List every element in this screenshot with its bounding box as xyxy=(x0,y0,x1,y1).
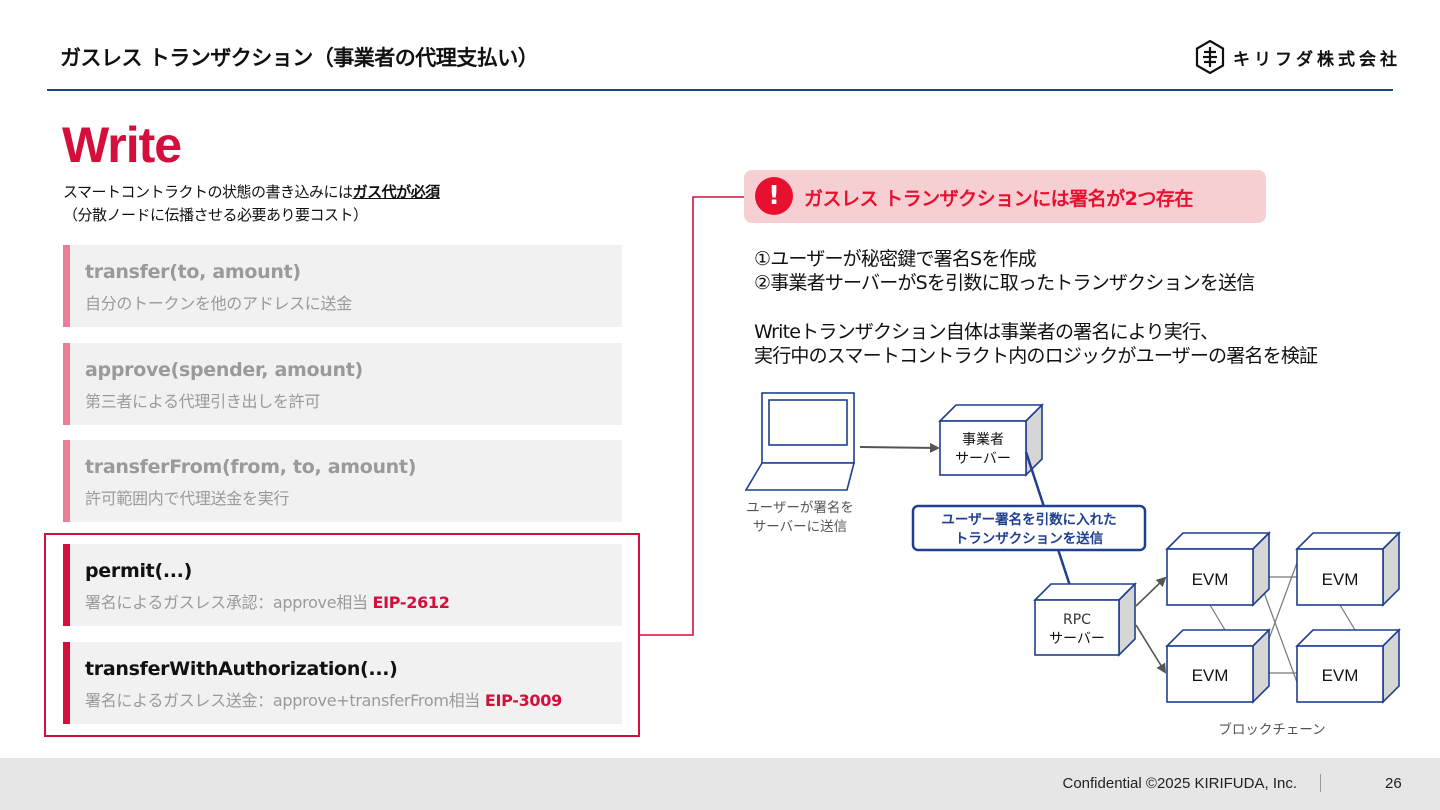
subtitle-prefix: スマートコントラクトの状態の書き込みには xyxy=(63,183,353,201)
rpc-server-label-1: RPC xyxy=(1063,612,1091,628)
evm-node xyxy=(1295,531,1401,607)
card-accent-bar xyxy=(63,245,70,327)
card-accent-bar xyxy=(63,440,70,522)
function-name: transfer(to, amount) xyxy=(85,261,301,283)
footer: Confidential ©2025 KIRIFUDA, Inc. 26 xyxy=(0,758,1440,810)
function-card-transfer: transfer(to, amount) 自分のトークンを他のアドレスに送金 xyxy=(63,245,622,327)
flow-diagram: ユーザーが署名を サーバーに送信 事業者 サーバー ユーザー署名を引数に入れた … xyxy=(744,392,1401,738)
page-title: ガスレス トランザクション（事業者の代理支払い） xyxy=(60,46,539,70)
footer-confidential: Confidential ©2025 KIRIFUDA, Inc. xyxy=(1062,775,1298,792)
function-card-transferfrom: transferFrom(from, to, amount) 許可範囲内で代理送… xyxy=(63,440,622,522)
business-server-label-2: サーバー xyxy=(955,451,1011,467)
rpc-server-label-2: サーバー xyxy=(1049,631,1105,647)
company-name: キリフダ株式会社 xyxy=(1233,49,1401,70)
section-subtitle: スマートコントラクトの状態の書き込みにはガス代が必須 xyxy=(63,181,440,202)
user-caption-2: サーバーに送信 xyxy=(753,519,847,535)
business-server-label-1: 事業者 xyxy=(962,432,1004,448)
tx-label-1: ユーザー署名を引数に入れた xyxy=(941,511,1116,528)
callout-text: ガスレス トランザクションには署名が2つ存在 xyxy=(804,188,1193,210)
blockchain-caption: ブロックチェーン xyxy=(1218,721,1325,738)
rpc-to-evm-arrow-bottom xyxy=(1135,624,1167,674)
function-name: transferFrom(from, to, amount) xyxy=(85,456,417,478)
rpc-to-evm-arrow-top xyxy=(1135,576,1167,607)
callout-banner: ! ガスレス トランザクションには署名が2つ存在 xyxy=(744,170,1266,223)
user-caption-1: ユーザーが署名を xyxy=(746,500,854,516)
evm-label: EVM xyxy=(1322,666,1359,685)
callout-explanation-2: 実行中のスマートコントラクト内のロジックがユーザーの署名を検証 xyxy=(754,345,1318,367)
gasless-highlight-frame xyxy=(44,533,640,737)
company-logo: キリフダ株式会社 xyxy=(1195,40,1401,74)
evm-node xyxy=(1165,531,1271,607)
laptop-icon xyxy=(744,392,856,491)
function-card-approve: approve(spender, amount) 第三者による代理引き出しを許可 xyxy=(63,343,622,425)
kirifuda-logo-icon xyxy=(1195,40,1225,74)
evm-label: EVM xyxy=(1322,570,1359,589)
function-desc: 許可範囲内で代理送金を実行 xyxy=(85,489,290,508)
function-desc: 自分のトークンを他のアドレスに送金 xyxy=(85,294,352,313)
tx-label-2: トランザクションを送信 xyxy=(955,530,1104,547)
section-heading: Write xyxy=(62,117,182,173)
subtitle-emphasis: ガス代が必須 xyxy=(352,183,441,201)
callout-explanation-1: Writeトランザクション自体は事業者の署名により実行、 xyxy=(754,321,1219,343)
evm-label: EVM xyxy=(1192,666,1229,685)
evm-label: EVM xyxy=(1192,570,1229,589)
footer-separator xyxy=(1320,774,1321,792)
header-divider xyxy=(47,89,1393,91)
function-name: approve(spender, amount) xyxy=(85,359,363,381)
function-desc: 第三者による代理引き出しを許可 xyxy=(85,392,321,411)
card-accent-bar xyxy=(63,343,70,425)
callout-point-2: ②事業者サーバーがSを引数に取ったトランザクションを送信 xyxy=(754,272,1255,294)
page-number: 26 xyxy=(1385,775,1402,792)
user-to-server-arrow xyxy=(859,442,940,453)
callout-point-1: ①ユーザーが秘密鍵で署名Sを作成 xyxy=(754,248,1037,270)
exclamation-icon: ! xyxy=(755,177,793,215)
section-note: （分散ノードに伝播させる必要あり要コスト） xyxy=(63,206,368,224)
